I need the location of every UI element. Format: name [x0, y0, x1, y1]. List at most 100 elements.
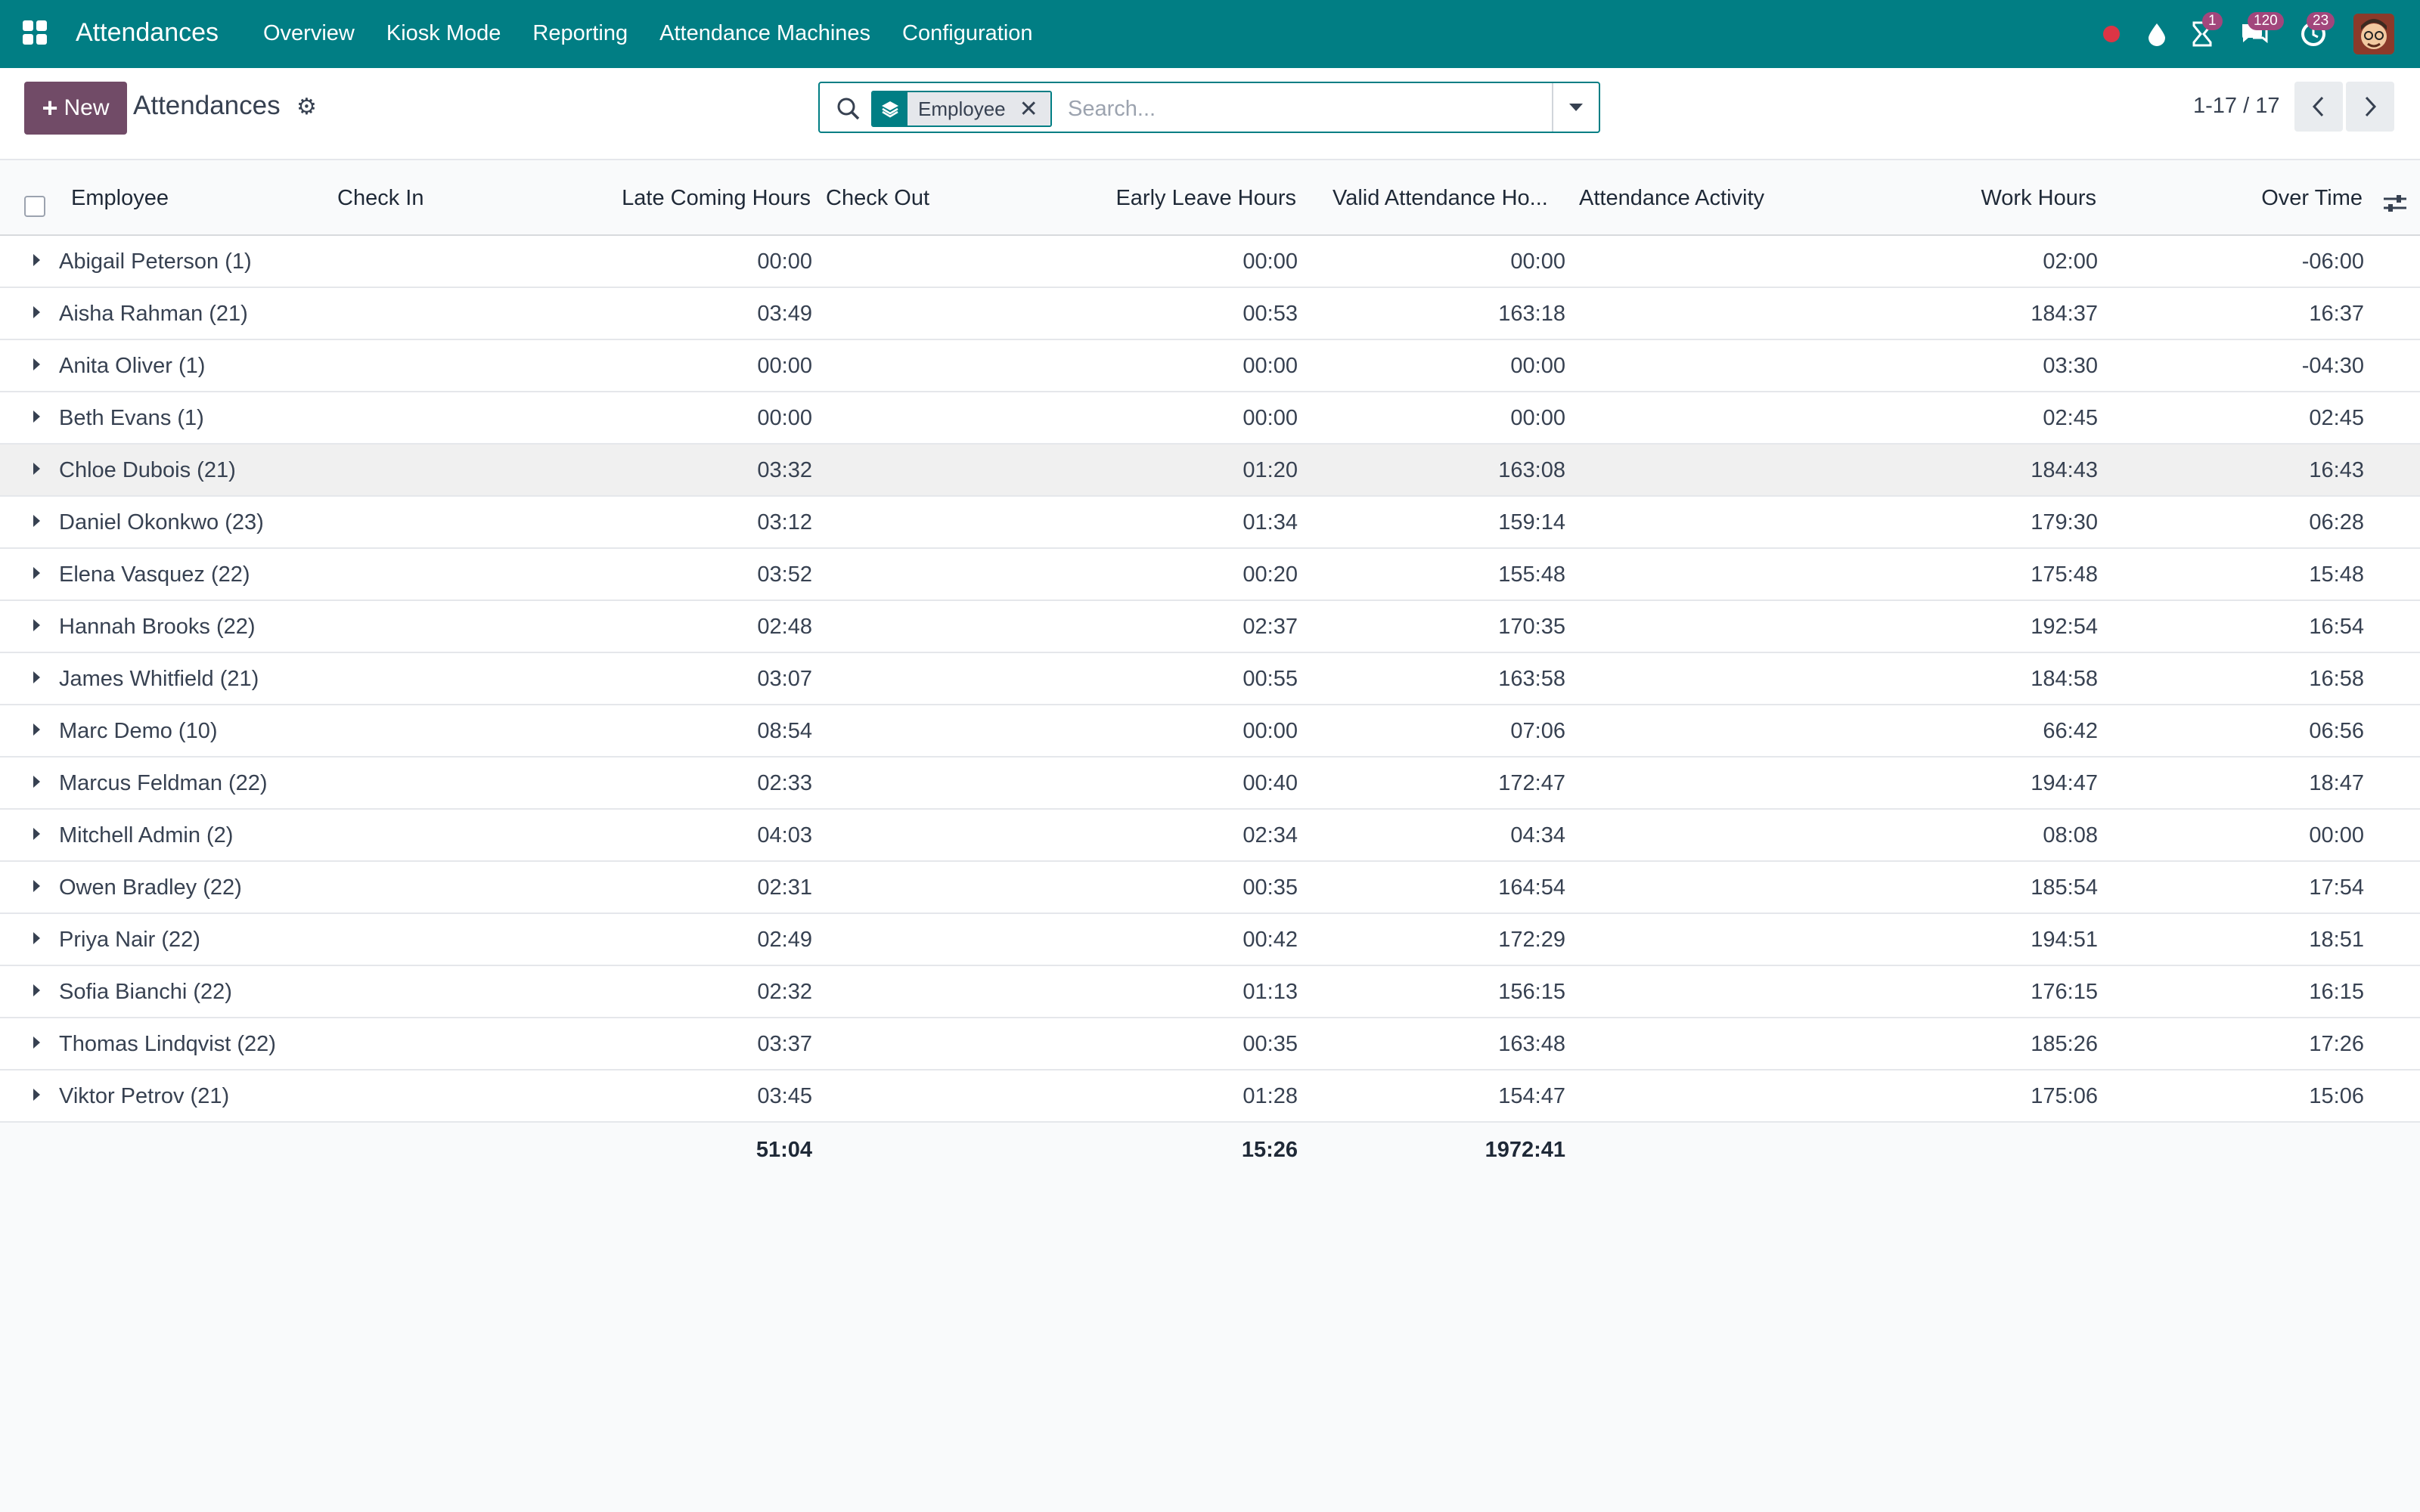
group-name: Anita Oliver (1): [59, 354, 206, 378]
caret-right-icon: [33, 776, 40, 788]
early-leave-hours: 00:00: [1243, 354, 1298, 378]
group-row[interactable]: Aisha Rahman (21) 03:49 00:53 163:18 184:37 1…: [0, 288, 2420, 340]
group-row[interactable]: James Whitfield (21) 03:07 00:55 163:58 184:…: [0, 653, 2420, 705]
group-name: Beth Evans (1): [59, 406, 204, 430]
early-leave-hours: 02:34: [1243, 823, 1298, 847]
odoobot-item[interactable]: [2134, 0, 2180, 68]
plus-icon: +: [42, 92, 58, 123]
group-row[interactable]: Sofia Bianchi (22) 02:32 01:13 156:15 176:15…: [0, 966, 2420, 1018]
group-row[interactable]: Mitchell Admin (2) 04:03 02:34 04:34 08:08 00…: [0, 810, 2420, 862]
early-leave-hours: 00:35: [1243, 875, 1298, 900]
early-leave-hours: 01:28: [1243, 1084, 1298, 1108]
timer-item[interactable]: 23: [2284, 0, 2343, 68]
search-options-toggle[interactable]: [1552, 83, 1599, 132]
valid-attendance-hours: 172:47: [1498, 771, 1565, 795]
group-row[interactable]: Chloe Dubois (21) 03:32 01:20 163:08 184:43 1…: [0, 445, 2420, 497]
search-input[interactable]: [1066, 91, 1584, 127]
valid-attendance-hours: 00:00: [1510, 406, 1565, 430]
over-time: 06:28: [2309, 510, 2364, 534]
new-button-label: New: [64, 95, 110, 120]
late-coming-hours: 03:49: [757, 302, 812, 326]
work-hours: 192:54: [2031, 615, 2098, 639]
user-avatar[interactable]: [2353, 14, 2394, 54]
messages-item[interactable]: 120: [2225, 0, 2284, 68]
menu-kiosk-mode[interactable]: Kiosk Mode: [386, 21, 501, 46]
group-row[interactable]: Anita Oliver (1) 00:00 00:00 00:00 03:30 -04:…: [0, 340, 2420, 392]
pager-next-button[interactable]: [2346, 82, 2394, 132]
caret-right-icon: [33, 880, 40, 892]
group-row[interactable]: Thomas Lindqvist (22) 03:37 00:35 163:48 185…: [0, 1018, 2420, 1070]
early-leave-hours: 00:53: [1243, 302, 1298, 326]
work-hours: 185:54: [2031, 875, 2098, 900]
late-coming-hours: 03:45: [757, 1084, 812, 1108]
menu-configuration[interactable]: Configuration: [902, 21, 1033, 46]
new-button[interactable]: + New: [24, 82, 127, 135]
search-bar: Employee ✕: [818, 82, 1600, 133]
pager-value[interactable]: 1-17 / 17: [2193, 94, 2279, 119]
work-hours: 184:37: [2031, 302, 2098, 326]
col-employee[interactable]: Employee: [71, 186, 169, 211]
early-leave-hours: 00:00: [1243, 249, 1298, 274]
group-name: Mitchell Admin (2): [59, 823, 234, 847]
col-attendance-activity[interactable]: Attendance Activity: [1579, 186, 1764, 211]
col-check-out[interactable]: Check Out: [826, 186, 929, 211]
over-time: 06:56: [2309, 719, 2364, 743]
work-hours: 175:48: [2031, 562, 2098, 587]
group-row[interactable]: Viktor Petrov (21) 03:45 01:28 154:47 175:06…: [0, 1070, 2420, 1123]
total-valid-attendance-hours: 1972:41: [1485, 1138, 1565, 1162]
chevron-right-icon: [2365, 96, 2377, 117]
col-late-coming-hours[interactable]: Late Coming Hours: [622, 186, 811, 211]
select-all-checkbox[interactable]: [24, 196, 45, 217]
activities-item[interactable]: 1: [2180, 0, 2225, 68]
optional-columns-icon[interactable]: [2382, 191, 2408, 216]
work-hours: 176:15: [2031, 980, 2098, 1004]
valid-attendance-hours: 172:29: [1498, 928, 1565, 952]
group-row[interactable]: Marc Demo (10) 08:54 00:00 07:06 66:42 06:56: [0, 705, 2420, 758]
early-leave-hours: 00:20: [1243, 562, 1298, 587]
group-row[interactable]: Daniel Okonkwo (23) 03:12 01:34 159:14 179:3…: [0, 497, 2420, 549]
apps-menu-icon[interactable]: [23, 20, 48, 46]
group-name: Owen Bradley (22): [59, 875, 242, 900]
group-row[interactable]: Owen Bradley (22) 02:31 00:35 164:54 185:54 1…: [0, 862, 2420, 914]
menu-attendance-machines[interactable]: Attendance Machines: [659, 21, 870, 46]
col-check-in[interactable]: Check In: [337, 186, 424, 211]
valid-attendance-hours: 163:58: [1498, 667, 1565, 691]
facet-remove-icon[interactable]: ✕: [1016, 92, 1050, 125]
menu-reporting[interactable]: Reporting: [532, 21, 628, 46]
col-over-time[interactable]: Over Time: [2261, 186, 2363, 211]
caret-right-icon: [33, 358, 40, 370]
group-row[interactable]: Priya Nair (22) 02:49 00:42 172:29 194:51 18:…: [0, 914, 2420, 966]
col-early-leave-hours[interactable]: Early Leave Hours: [1115, 186, 1296, 211]
caret-right-icon: [33, 463, 40, 475]
status-dot[interactable]: [2089, 0, 2134, 68]
work-hours: 185:26: [2031, 1032, 2098, 1056]
col-work-hours[interactable]: Work Hours: [1981, 186, 2096, 211]
search-icon[interactable]: [835, 95, 862, 122]
group-row[interactable]: Marcus Feldman (22) 02:33 00:40 172:47 194:4…: [0, 758, 2420, 810]
early-leave-hours: 00:42: [1243, 928, 1298, 952]
work-hours: 02:00: [2043, 249, 2098, 274]
menu-overview[interactable]: Overview: [263, 21, 355, 46]
valid-attendance-hours: 170:35: [1498, 615, 1565, 639]
caret-right-icon: [33, 619, 40, 631]
main-menu: Overview Kiosk Mode Reporting Attendance…: [263, 21, 1065, 46]
group-row[interactable]: Hannah Brooks (22) 02:48 02:37 170:35 192:54…: [0, 601, 2420, 653]
messages-badge: 120: [2248, 12, 2284, 30]
caret-right-icon: [33, 932, 40, 944]
pager-previous-button[interactable]: [2294, 82, 2343, 132]
col-valid-attendance-hours[interactable]: Valid Attendance Ho...: [1333, 186, 1548, 211]
valid-attendance-hours: 07:06: [1510, 719, 1565, 743]
valid-attendance-hours: 163:48: [1498, 1032, 1565, 1056]
early-leave-hours: 00:35: [1243, 1032, 1298, 1056]
group-row[interactable]: Beth Evans (1) 00:00 00:00 00:00 02:45 02:45: [0, 392, 2420, 445]
app-brand[interactable]: Attendances: [76, 18, 219, 48]
group-name: Viktor Petrov (21): [59, 1084, 230, 1108]
early-leave-hours: 01:34: [1243, 510, 1298, 534]
activities-badge: 1: [2202, 12, 2223, 30]
gear-icon[interactable]: ⚙: [296, 94, 317, 120]
caret-right-icon: [33, 411, 40, 423]
valid-attendance-hours: 155:48: [1498, 562, 1565, 587]
over-time: 15:06: [2309, 1084, 2364, 1108]
group-row[interactable]: Elena Vasquez (22) 03:52 00:20 155:48 175:48…: [0, 549, 2420, 601]
group-row[interactable]: Abigail Peterson (1) 00:00 00:00 00:00 02:00…: [0, 236, 2420, 288]
